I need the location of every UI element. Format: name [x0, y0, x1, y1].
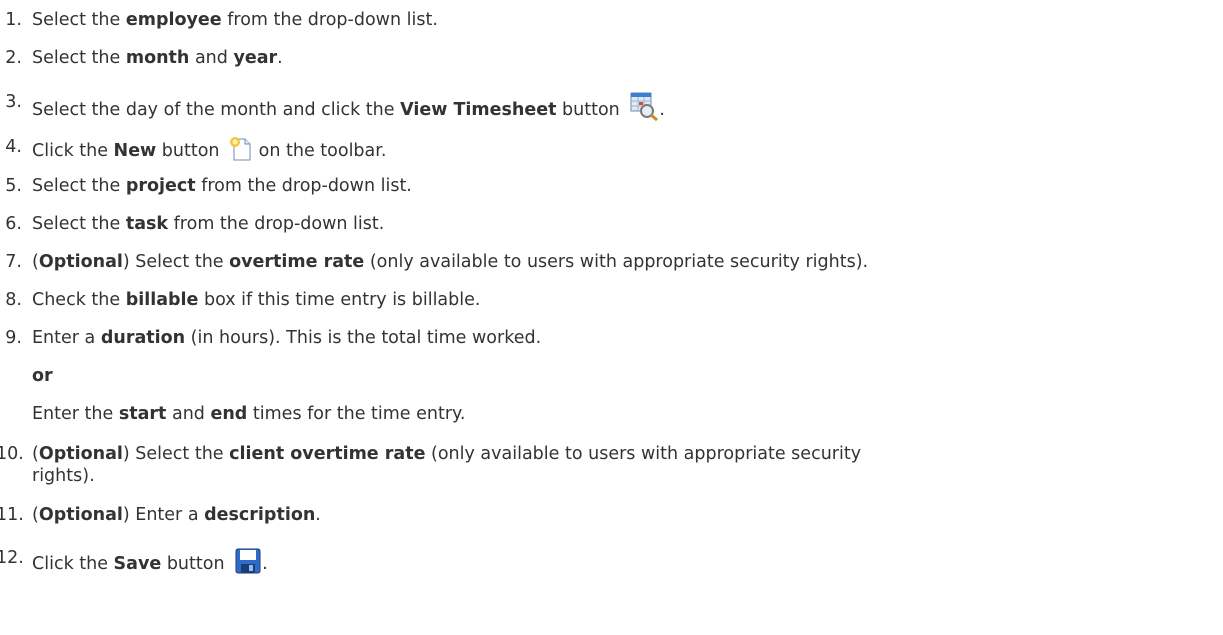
text-run: button — [156, 141, 226, 161]
text-run: ( — [32, 252, 39, 272]
step-text: or — [32, 365, 53, 387]
text-run: (in hours). This is the total time worke… — [185, 328, 542, 348]
text-run: and — [189, 48, 234, 68]
bold-term: description — [204, 505, 316, 525]
bold-term: project — [125, 176, 196, 196]
step-text: rights). — [32, 465, 95, 487]
text-run: times for the time entry. — [247, 404, 466, 424]
text-run: from the drop-down list. — [195, 176, 412, 196]
step-number: 10. — [0, 444, 24, 464]
text-run: from the drop-down list. — [168, 214, 385, 234]
bold-term: Optional — [38, 252, 123, 272]
text-run: on the toolbar. — [253, 141, 387, 161]
text-run: . — [262, 554, 268, 574]
bold-term: New — [113, 141, 157, 161]
text-run: Enter a — [32, 328, 101, 348]
step-text: Select the project from the drop-down li… — [32, 175, 412, 197]
step-number: 11. — [0, 505, 24, 525]
text-run: rights). — [32, 466, 95, 486]
step-text: Enter a duration (in hours). This is the… — [32, 327, 541, 349]
bold-term: month — [125, 48, 190, 68]
text-run: Enter the — [32, 404, 119, 424]
text-run: ) Select the — [122, 444, 230, 464]
step-number: 2. — [5, 48, 22, 68]
view-timesheet-icon — [629, 91, 659, 127]
step-number: 8. — [5, 290, 22, 310]
text-run: ) Select the — [122, 252, 230, 272]
bold-term: end — [210, 404, 248, 424]
text-run: Select the — [32, 48, 126, 68]
text-run: box if this time entry is billable. — [198, 290, 481, 310]
step-text: (Optional) Select the client overtime ra… — [32, 443, 861, 465]
new-document-icon — [229, 136, 253, 168]
text-run: from the drop-down list. — [221, 10, 438, 30]
step-text: Select the month and year. — [32, 47, 283, 69]
bold-term: View Timesheet — [400, 100, 557, 120]
step-number: 12. — [0, 548, 24, 568]
step-text: Enter the start and end times for the ti… — [32, 403, 465, 425]
step-text: Select the day of the month and click th… — [32, 91, 665, 127]
text-run: (only available to users with appropriat… — [364, 252, 869, 272]
text-run: ) Enter a — [122, 505, 205, 525]
bold-term: year — [233, 48, 278, 68]
step-text: Select the task from the drop-down list. — [32, 213, 384, 235]
text-run: and — [166, 404, 211, 424]
bold-term: Optional — [38, 505, 123, 525]
text-run: (only available to users with appropriat… — [425, 444, 862, 464]
bold-term: duration — [100, 328, 186, 348]
step-number: 4. — [5, 137, 22, 157]
step-number: 6. — [5, 214, 22, 234]
bold-term: Optional — [38, 444, 123, 464]
bold-term: or — [32, 366, 53, 386]
text-run: . — [277, 48, 283, 68]
text-run: . — [315, 505, 321, 525]
step-number: 3. — [5, 92, 22, 112]
bold-term: client overtime rate — [229, 444, 426, 464]
step-number: 5. — [5, 176, 22, 196]
step-number: 9. — [5, 328, 22, 348]
text-run: ( — [32, 505, 39, 525]
step-number: 1. — [5, 10, 22, 30]
step-text: Click the New button on the toolbar. — [32, 136, 386, 168]
text-run: Click the — [32, 141, 114, 161]
bold-term: employee — [125, 10, 222, 30]
text-run: Select the — [32, 214, 126, 234]
instruction-list: 1. Select the employee from the drop-down… — [0, 0, 1223, 635]
text-run: Select the — [32, 176, 126, 196]
bold-term: task — [125, 214, 169, 234]
text-run: button — [556, 100, 626, 120]
bold-term: start — [118, 404, 167, 424]
step-text: Select the employee from the drop-down l… — [32, 9, 438, 31]
text-run: ( — [32, 444, 39, 464]
text-run: Click the — [32, 554, 114, 574]
save-icon — [234, 547, 262, 581]
bold-term: billable — [125, 290, 199, 310]
step-text: Check the billable box if this time entr… — [32, 289, 480, 311]
text-run: Check the — [32, 290, 126, 310]
text-run: button — [161, 554, 231, 574]
bold-term: Save — [113, 554, 162, 574]
step-text: Click the Save button . — [32, 547, 268, 581]
text-run: Select the day of the month and click th… — [32, 100, 401, 120]
step-text: (Optional) Select the overtime rate (onl… — [32, 251, 868, 273]
step-number: 7. — [5, 252, 22, 272]
text-run: Select the — [32, 10, 126, 30]
text-run: . — [659, 100, 665, 120]
bold-term: overtime rate — [229, 252, 365, 272]
step-text: (Optional) Enter a description. — [32, 504, 321, 526]
